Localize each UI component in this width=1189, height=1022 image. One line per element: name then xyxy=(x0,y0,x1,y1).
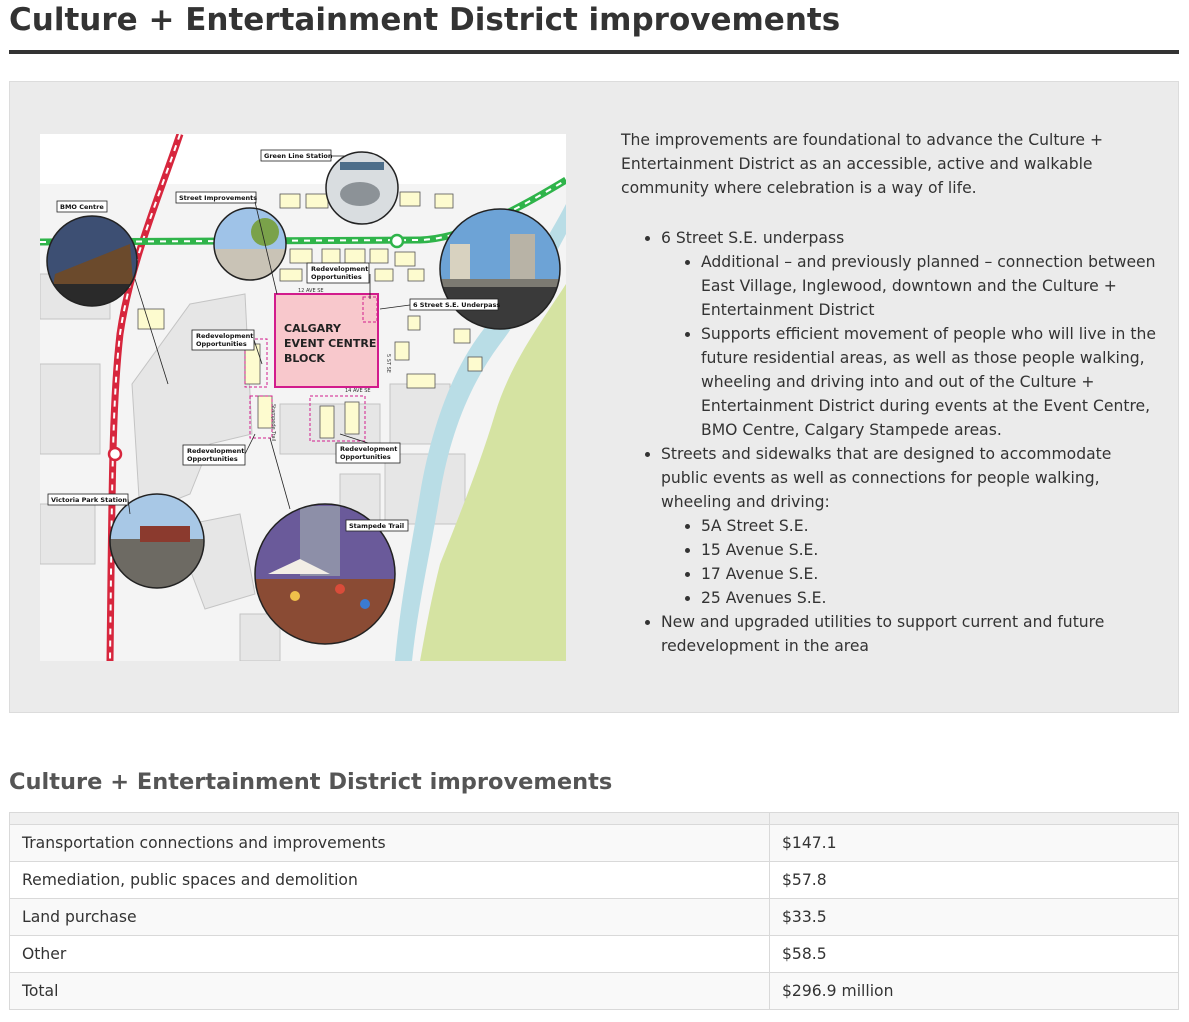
improvements-list: 6 Street S.E. underpass Additional – and… xyxy=(621,226,1161,658)
callout-stampede-trail: Stampede Trail xyxy=(345,519,409,532)
label-bmo-centre: BMO Centre xyxy=(60,203,104,211)
photo-street-improvements xyxy=(213,207,287,281)
table-header xyxy=(9,812,1179,825)
callout-redevelopment-bottom-left: Redevelopment Opportunities xyxy=(182,444,246,466)
cost-cell: $33.5 xyxy=(769,898,1179,936)
label-redevelopment-left-2: Opportunities xyxy=(196,340,247,348)
label-stampede-trail: Stampede Trail xyxy=(349,522,404,530)
list-item: 25 Avenues S.E. xyxy=(701,586,1161,610)
street-label-stampede-trail: Stampede Trail xyxy=(270,404,276,441)
item-cell: Remediation, public spaces and demolitio… xyxy=(9,861,770,899)
callout-redevelopment-left: Redevelopment Opportunities xyxy=(191,329,255,351)
table-title: Culture + Entertainment District improve… xyxy=(9,769,613,795)
list-item: 6 Street S.E. underpass Additional – and… xyxy=(661,226,1161,442)
title-divider xyxy=(9,50,1179,54)
callout-street-improvements: Street Improvements xyxy=(175,191,257,204)
green-line-station-marker xyxy=(389,233,405,249)
sub-list: Additional – and previously planned – co… xyxy=(661,250,1161,442)
table-row: Land purchase $33.5 xyxy=(9,898,1179,936)
label-redevelopment-bottom-right-1: Redevelopment xyxy=(340,445,397,453)
label-redevelopment-left-1: Redevelopment xyxy=(196,332,253,340)
list-item: 17 Avenue S.E. xyxy=(701,562,1161,586)
item-cell: Total xyxy=(9,972,770,1010)
street-label-14-ave: 14 AVE SE xyxy=(345,388,371,394)
intro-paragraph: The improvements are foundational to adv… xyxy=(621,131,1104,197)
label-victoria-park-station: Victoria Park Station xyxy=(51,496,127,504)
label-street-improvements: Street Improvements xyxy=(179,194,257,202)
victoria-park-station-marker xyxy=(107,446,123,462)
block-label-line1: CALGARY xyxy=(284,322,342,335)
table-header-cell xyxy=(9,812,770,825)
table-header-cell xyxy=(769,812,1179,825)
sub-list: 5A Street S.E. 15 Avenue S.E. 17 Avenue … xyxy=(661,514,1161,610)
callout-green-line-station: Green Line Station xyxy=(260,149,333,162)
label-green-line-station: Green Line Station xyxy=(264,152,333,160)
cost-cell: $57.8 xyxy=(769,861,1179,899)
description: The improvements are foundational to adv… xyxy=(621,128,1161,658)
cost-cell: $296.9 million xyxy=(769,972,1179,1010)
improvements-panel: CALGARY EVENT CENTRE BLOCK 12 AVE SE 14 … xyxy=(9,81,1179,713)
list-item: 5A Street S.E. xyxy=(701,514,1161,538)
list-item: Streets and sidewalks that are designed … xyxy=(661,442,1161,610)
photo-bmo-centre xyxy=(46,215,138,307)
list-item: 15 Avenue S.E. xyxy=(701,538,1161,562)
callout-6-street-underpass: 6 Street S.E. Underpass xyxy=(409,298,500,311)
photo-6-street-underpass xyxy=(439,208,561,330)
block-label-line3: BLOCK xyxy=(284,352,325,365)
cost-cell: $147.1 xyxy=(769,824,1179,862)
callout-victoria-park-station: Victoria Park Station xyxy=(47,493,129,506)
item-cell: Other xyxy=(9,935,770,973)
item-cell: Transportation connections and improveme… xyxy=(9,824,770,862)
list-item-text: Streets and sidewalks that are designed … xyxy=(661,445,1112,511)
item-cell: Land purchase xyxy=(9,898,770,936)
street-label-5-st: 5 ST SE xyxy=(385,354,391,373)
label-redevelopment-bottom-left-2: Opportunities xyxy=(187,455,238,463)
label-redevelopment-top-2: Opportunities xyxy=(311,273,362,281)
list-item-text: 6 Street S.E. underpass xyxy=(661,229,845,247)
label-redevelopment-bottom-left-1: Redevelopment xyxy=(187,447,244,455)
photo-green-line-station xyxy=(325,151,399,225)
cost-table: Transportation connections and improveme… xyxy=(9,812,1179,1010)
label-redevelopment-top-1: Redevelopment xyxy=(311,265,368,273)
list-item: Supports efficient movement of people wh… xyxy=(701,322,1161,442)
street-label-12-ave: 12 AVE SE xyxy=(298,288,324,294)
list-item: New and upgraded utilities to support cu… xyxy=(661,610,1161,658)
table-row: Total $296.9 million xyxy=(9,972,1179,1010)
table-row: Other $58.5 xyxy=(9,935,1179,973)
photo-victoria-park-station xyxy=(109,493,205,589)
callout-redevelopment-top: Redevelopment Opportunities xyxy=(306,262,370,284)
table-row: Transportation connections and improveme… xyxy=(9,824,1179,862)
district-map: CALGARY EVENT CENTRE BLOCK 12 AVE SE 14 … xyxy=(40,134,566,661)
page-title: Culture + Entertainment District improve… xyxy=(9,2,841,38)
callout-bmo-centre: BMO Centre xyxy=(56,200,108,213)
callout-redevelopment-bottom-right: Redevelopment Opportunities xyxy=(335,442,401,464)
table-row: Remediation, public spaces and demolitio… xyxy=(9,861,1179,899)
label-6-street-underpass: 6 Street S.E. Underpass xyxy=(413,301,500,309)
label-redevelopment-bottom-right-2: Opportunities xyxy=(340,453,391,461)
list-item: Additional – and previously planned – co… xyxy=(701,250,1161,322)
block-label-line2: EVENT CENTRE xyxy=(284,337,376,350)
cost-cell: $58.5 xyxy=(769,935,1179,973)
